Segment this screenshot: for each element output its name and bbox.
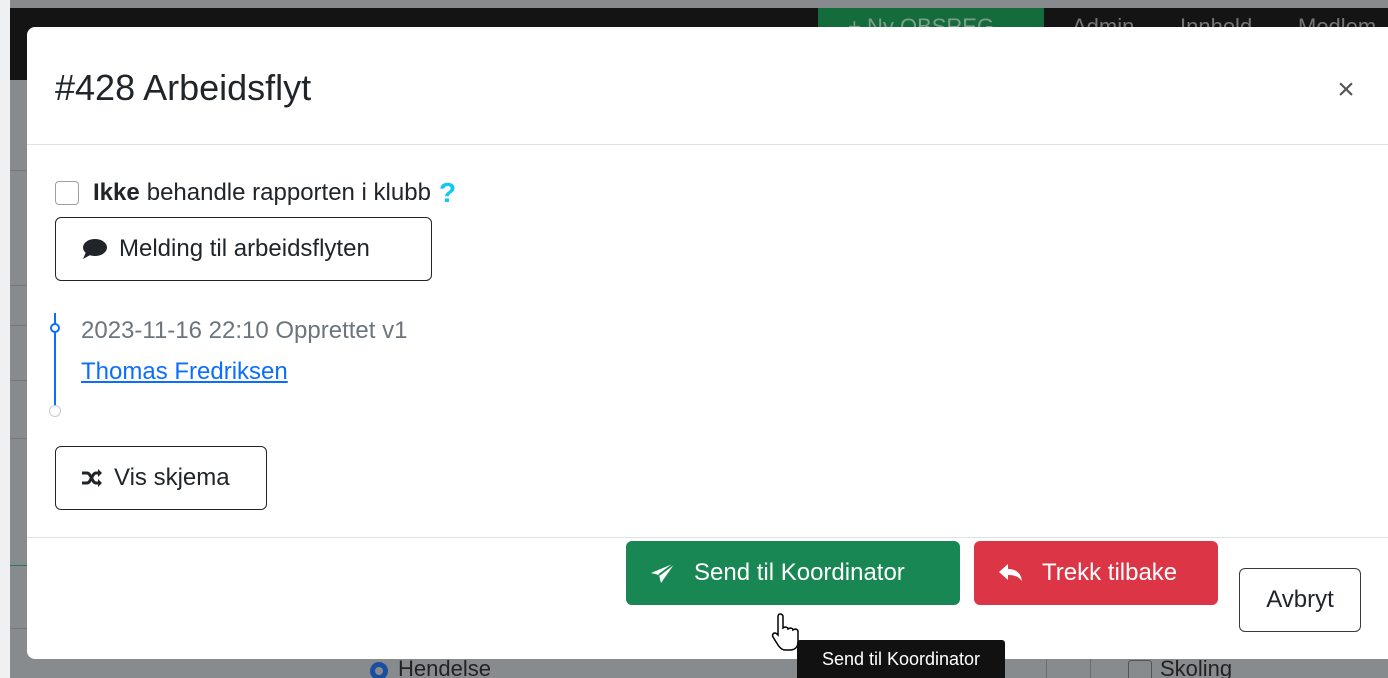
message-to-workflow-button[interactable]: Melding til arbeidsflyten <box>55 217 432 281</box>
cancel-button[interactable]: Avbryt <box>1239 568 1361 632</box>
modal-title: #428 Arbeidsflyt <box>55 67 312 108</box>
message-button-label: Melding til arbeidsflyten <box>119 235 370 262</box>
skip-club-processing-checkbox[interactable] <box>55 181 79 205</box>
shuffle-icon <box>82 469 102 487</box>
cancel-button-label: Avbryt <box>1266 586 1334 613</box>
bg-radio <box>370 662 388 678</box>
timeline-entry-text: 2023-11-16 22:10 Opprettet v1 <box>81 317 408 344</box>
send-button-label: Send til Koordinator <box>694 559 905 586</box>
show-schema-button[interactable]: Vis skjema <box>55 446 267 510</box>
skip-club-processing-row[interactable]: Ikke behandle rapporten i klubb ? <box>55 177 456 209</box>
close-button[interactable]: × <box>1333 73 1359 107</box>
bg-checkbox <box>1128 660 1152 678</box>
modal-header: #428 Arbeidsflyt × <box>27 27 1388 145</box>
help-icon[interactable]: ? <box>439 177 456 209</box>
comment-icon <box>83 239 107 259</box>
schema-button-label: Vis skjema <box>114 464 230 491</box>
checkbox-label-bold: Ikke <box>93 179 140 206</box>
revoke-button-label: Trekk tilbake <box>1042 559 1178 586</box>
revoke-button[interactable]: Trekk tilbake <box>974 541 1218 605</box>
timeline-end-dot <box>49 405 61 417</box>
timeline-user-link[interactable]: Thomas Fredriksen <box>81 358 288 386</box>
paper-plane-icon <box>651 562 676 583</box>
tooltip: Send til Koordinator <box>797 640 1005 678</box>
page-edge <box>0 0 10 678</box>
reply-icon <box>999 564 1022 581</box>
checkbox-label: behandle rapporten i klubb <box>146 179 431 206</box>
timeline-dot <box>50 323 60 333</box>
send-to-coordinator-button[interactable]: Send til Koordinator <box>626 541 960 605</box>
